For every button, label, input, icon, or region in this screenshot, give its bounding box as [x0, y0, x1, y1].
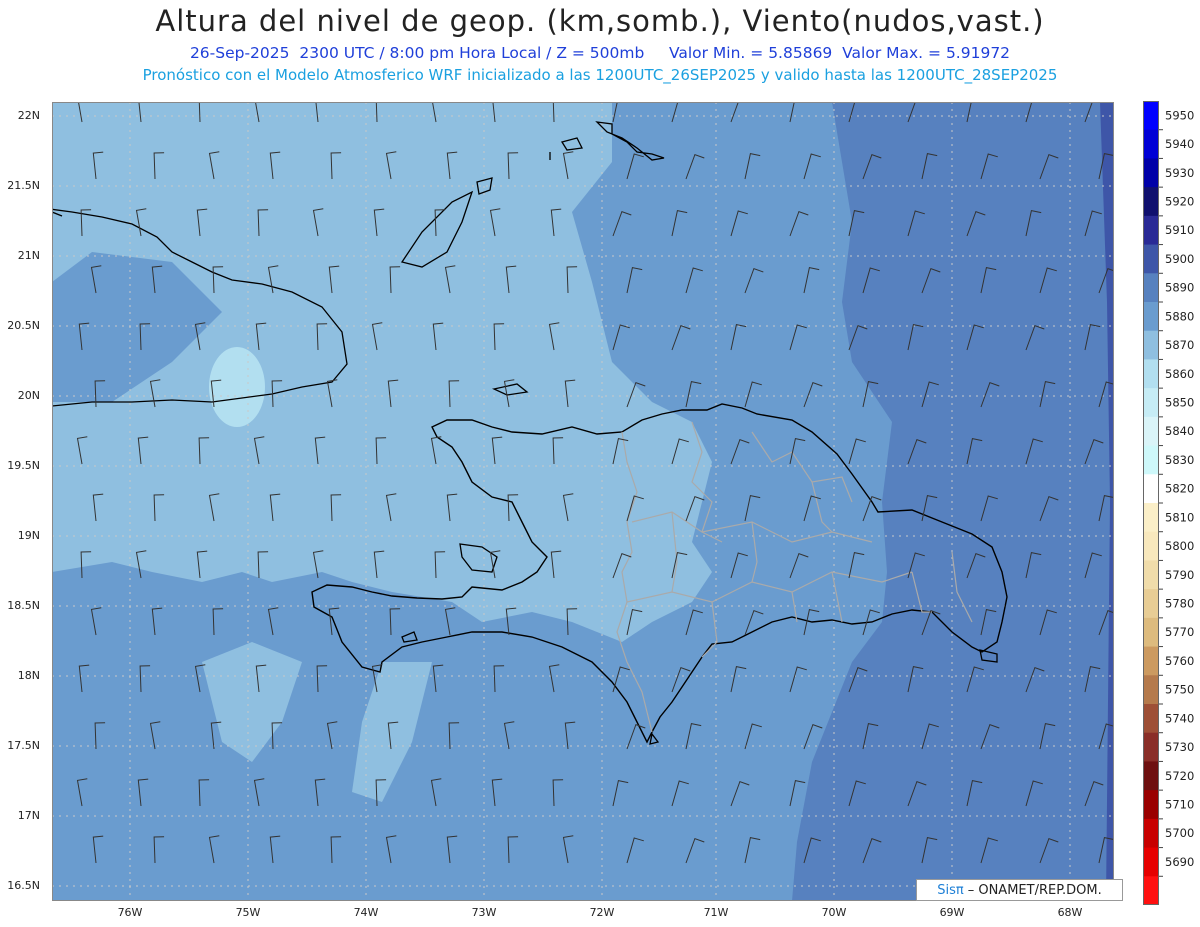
lat-label-21-5n: 21.5N [7, 179, 40, 192]
lon-label-69w: 69W [939, 906, 965, 919]
credit-box: Sisπ – ONAMET/REP.DOM. [916, 879, 1123, 901]
colorbar-swatch [1143, 101, 1159, 131]
lat-label-16-5n: 16.5N [7, 879, 40, 892]
colorbar-swatch [1143, 158, 1159, 188]
lon-label-76w: 76W [117, 906, 143, 919]
colorbar-swatch [1143, 732, 1159, 762]
colorbar-label: 5820 [1165, 482, 1194, 496]
colorbar-label: 5690 [1165, 855, 1194, 869]
colorbar-label: 5940 [1165, 137, 1194, 151]
lat-label-22n: 22N [17, 109, 40, 122]
colorbar-swatch [1143, 416, 1159, 447]
colorbar-swatch [1143, 215, 1159, 246]
colorbar-label: 5770 [1165, 625, 1194, 639]
lat-label-17n: 17N [17, 809, 40, 822]
colorbar-label: 5740 [1165, 711, 1194, 725]
colorbar-swatch [1143, 359, 1159, 389]
colorbar-label: 5720 [1165, 769, 1194, 783]
colorbar-label: 5920 [1165, 195, 1194, 209]
lat-label-17-5n: 17.5N [7, 739, 40, 752]
colorbar-swatch [1143, 531, 1159, 561]
colorbar-label: 5880 [1165, 309, 1194, 323]
colorbar-swatch [1143, 244, 1159, 274]
lon-label-72w: 72W [589, 906, 615, 919]
colorbar-swatch [1143, 675, 1159, 705]
colorbar-label: 5890 [1165, 281, 1194, 295]
colorbar-label: 5850 [1165, 396, 1194, 410]
colorbar-swatch [1143, 273, 1159, 303]
colorbar-swatch [1143, 129, 1159, 159]
colorbar-label: 5810 [1165, 510, 1194, 524]
colorbar-swatch [1143, 388, 1159, 418]
lon-label-68w: 68W [1057, 906, 1083, 919]
colorbar-label: 5790 [1165, 568, 1194, 582]
credit-text: – ONAMET/REP.DOM. [967, 882, 1102, 898]
lon-label-70w: 70W [821, 906, 847, 919]
map-panel [52, 102, 1114, 901]
lat-label-19-5n: 19.5N [7, 459, 40, 472]
colorbar-swatch [1143, 818, 1159, 849]
lat-label-21n: 21N [17, 249, 40, 262]
colorbar-label: 5710 [1165, 798, 1194, 812]
colorbar-swatch [1143, 704, 1159, 734]
colorbar-label: 5700 [1165, 826, 1194, 840]
lat-label-20-5n: 20.5N [7, 319, 40, 332]
colorbar-label: 5750 [1165, 683, 1194, 697]
colorbar-label: 5730 [1165, 740, 1194, 754]
lat-label-19n: 19N [17, 529, 40, 542]
colorbar-label: 5900 [1165, 252, 1194, 266]
colorbar-swatch [1143, 187, 1159, 217]
lon-label-75w: 75W [235, 906, 261, 919]
colorbar-swatch [1143, 761, 1159, 791]
colorbar-swatch [1143, 847, 1159, 877]
colorbar-swatch [1143, 790, 1159, 820]
colorbar-label: 5930 [1165, 166, 1194, 180]
colorbar-swatch [1143, 503, 1159, 533]
lat-label-18n: 18N [17, 669, 40, 682]
colorbar-label: 5780 [1165, 597, 1194, 611]
lon-label-73w: 73W [471, 906, 497, 919]
lat-label-20n: 20N [17, 389, 40, 402]
subtitle-time-values: 26-Sep-2025 2300 UTC / 8:00 pm Hora Loca… [189, 44, 1011, 62]
colorbar-swatch [1143, 330, 1159, 360]
colorbar-swatch [1143, 646, 1159, 676]
shade-pale-spot [209, 347, 265, 427]
colorbar-label: 5860 [1165, 367, 1194, 381]
colorbar-swatch [1143, 876, 1159, 905]
colorbar-label: 5910 [1165, 223, 1194, 237]
lon-label-74w: 74W [353, 906, 379, 919]
colorbar-swatch [1143, 445, 1159, 475]
credit-brand: Sisπ [937, 882, 964, 898]
colorbar-label: 5760 [1165, 654, 1194, 668]
colorbar-swatch [1143, 560, 1159, 590]
lat-label-18-5n: 18.5N [7, 599, 40, 612]
colorbar-swatch [1143, 302, 1159, 332]
colorbar: 5950 5940 5930 5920 5910 5900 5890 5880 5870 5860… [1143, 101, 1194, 905]
colorbar-label: 5840 [1165, 424, 1194, 438]
colorbar-label: 5870 [1165, 338, 1194, 352]
colorbar-label: 5830 [1165, 453, 1194, 467]
colorbar-swatch [1143, 589, 1159, 619]
subtitle-model-info: Pronóstico con el Modelo Atmosferico WRF… [142, 66, 1058, 84]
chart-title: Altura del nivel de geop. (km,somb.), Vi… [155, 4, 1045, 38]
colorbar-label: 5800 [1165, 539, 1194, 553]
lon-label-71w: 71W [703, 906, 729, 919]
colorbar-label: 5950 [1165, 108, 1194, 122]
colorbar-swatch [1143, 474, 1159, 504]
colorbar-swatch [1143, 617, 1159, 648]
